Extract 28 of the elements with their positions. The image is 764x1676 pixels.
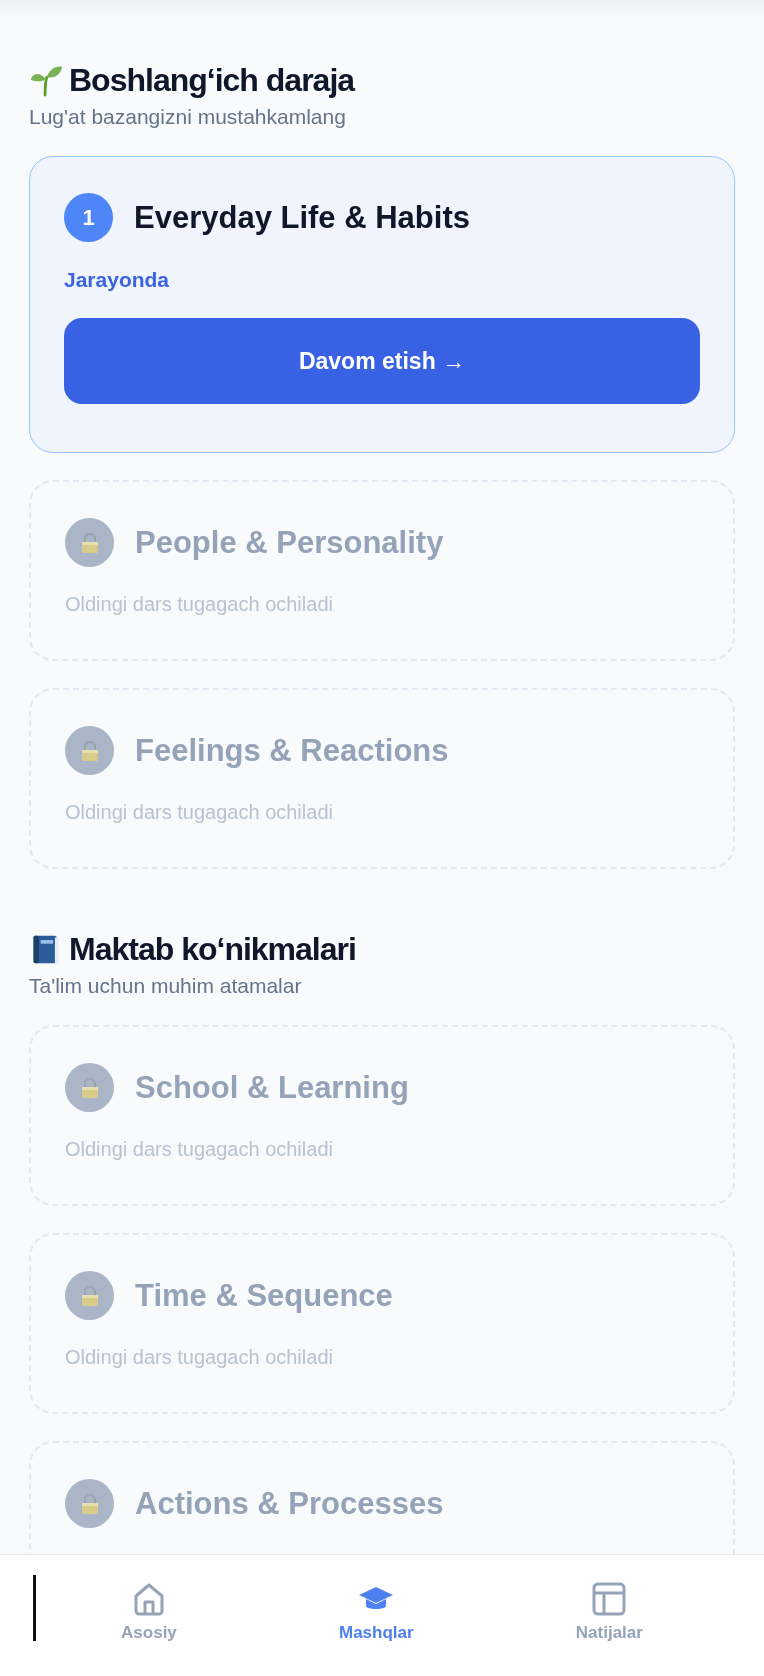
text-cursor — [33, 1575, 36, 1641]
section-title: Maktab ko‘nikmalari — [69, 930, 356, 968]
continue-button[interactable]: Davom etish → — [64, 318, 700, 404]
lesson-title: People & Personality — [135, 524, 444, 561]
lock-icon — [65, 726, 114, 775]
lesson-card[interactable]: 1 Everyday Life & Habits Jarayonda Davom etish → — [29, 156, 735, 453]
unlock-hint: Oldingi dars tugagach ochiladi — [65, 593, 334, 616]
unlock-hint: Oldingi dars tugagach ochiladi — [65, 1138, 334, 1161]
lock-icon — [65, 1479, 114, 1528]
lesson-title: Everyday Life & Habits — [134, 199, 470, 236]
lock-icon — [65, 1063, 114, 1112]
nav-tab[interactable]: Natijalar — [569, 1581, 649, 1643]
nav-tab[interactable]: Asosiy — [115, 1581, 183, 1643]
section-title: Boshlang‘ich daraja — [69, 61, 355, 99]
lesson-title: Feelings & Reactions — [135, 732, 449, 769]
lesson-title: Actions & Processes — [135, 1485, 444, 1522]
layout-icon — [591, 1581, 628, 1617]
lock-icon — [65, 1271, 114, 1320]
lesson-number-badge: 1 — [64, 193, 113, 242]
lesson-title: School & Learning — [135, 1069, 409, 1106]
lock-icon — [65, 518, 114, 567]
section-subtitle: Lug'at bazangizni mustahkamlang — [29, 105, 347, 129]
lesson-status: Jarayonda — [64, 268, 171, 292]
section-subtitle: Ta'lim uchun muhim atamalar — [29, 974, 303, 998]
unlock-hint: Oldingi dars tugagach ochiladi — [65, 1346, 334, 1369]
nav-tab[interactable]: Mashqlar — [333, 1581, 420, 1643]
unlock-hint: Oldingi dars tugagach ochiladi — [65, 801, 334, 824]
lesson-title: Time & Sequence — [135, 1277, 393, 1314]
